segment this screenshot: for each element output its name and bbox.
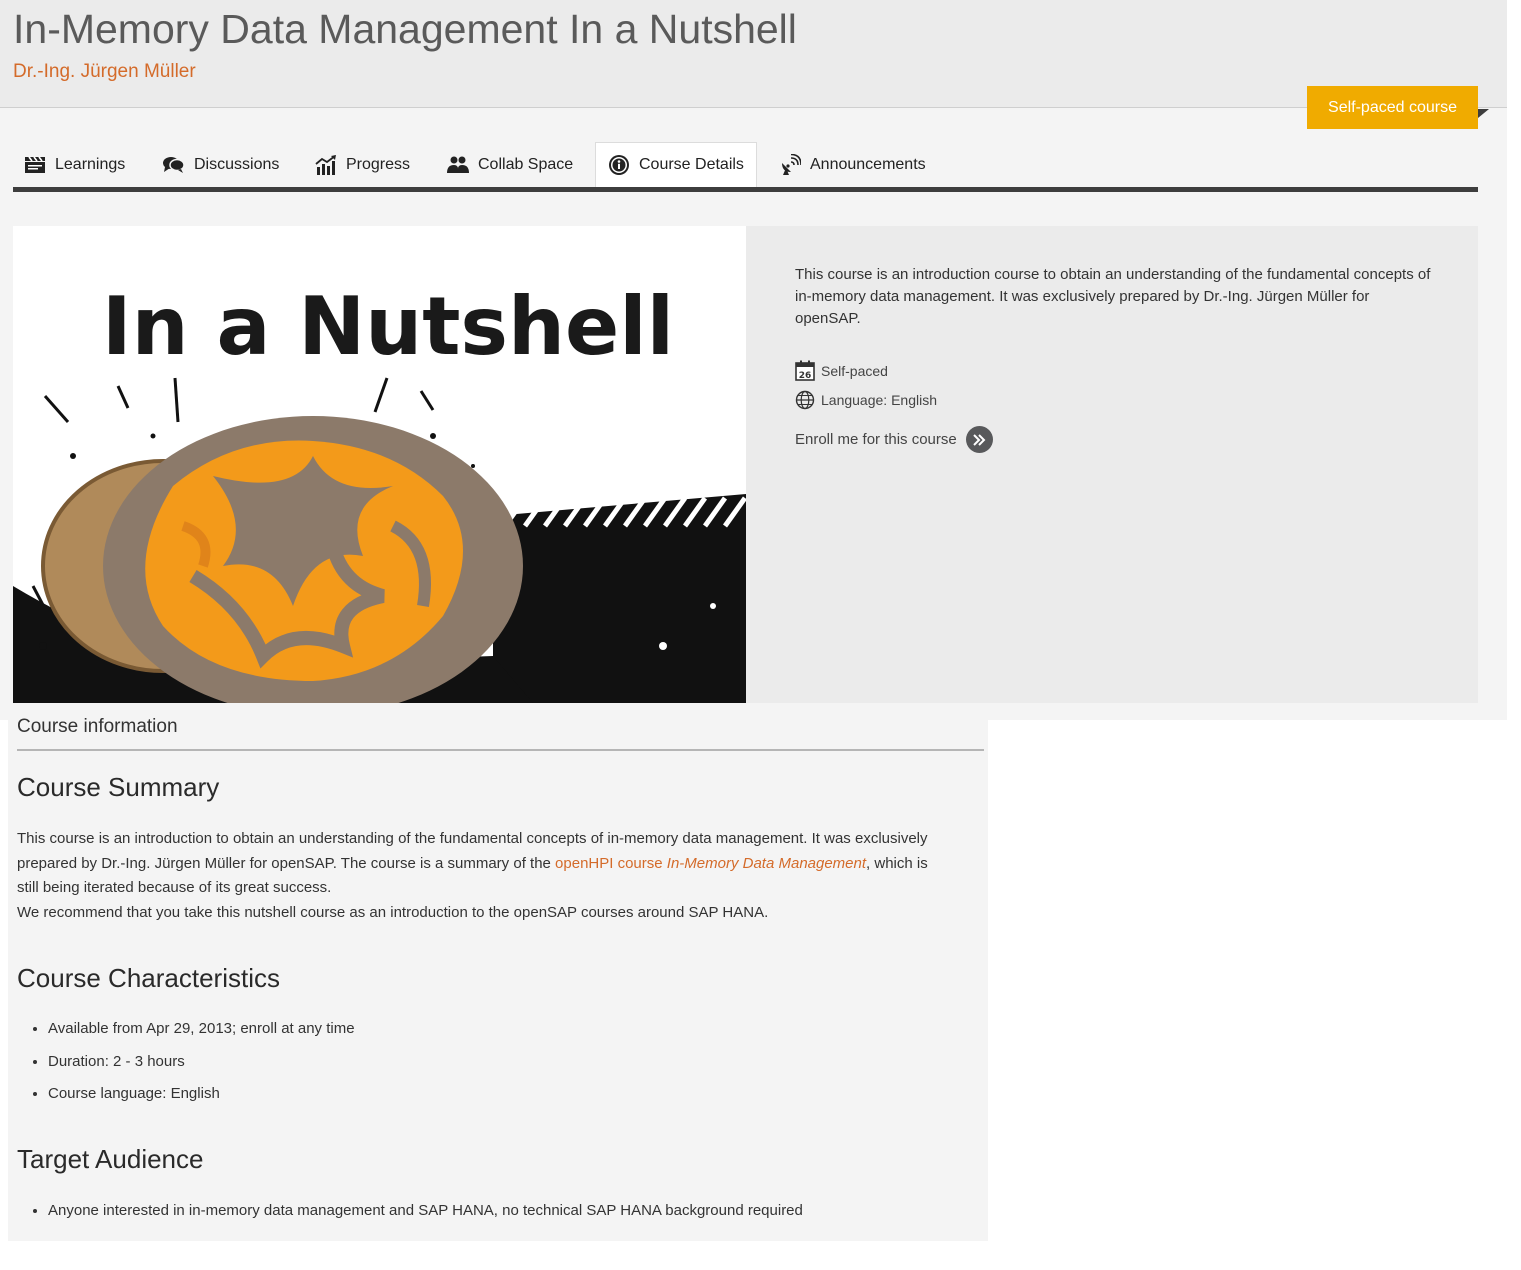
enroll-label: Enroll me for this course [795, 431, 957, 448]
language-row: Language: English [795, 390, 937, 410]
calendar-day: 26 [799, 371, 812, 381]
link-text: openHPI course [555, 854, 667, 872]
pacing-label: Self-paced [821, 362, 888, 379]
people-icon [447, 156, 469, 173]
tab-label: Discussions [194, 155, 280, 173]
globe-icon [795, 390, 815, 410]
tab-learnings[interactable]: Learnings [24, 142, 125, 187]
tab-progress[interactable]: Progress [315, 142, 410, 187]
clapperboard-icon [25, 156, 45, 173]
pacing-row: 26 Self-paced [795, 360, 888, 381]
course-info-divider [17, 749, 984, 751]
nutshell-illustration: In a Nutshell [13, 226, 746, 703]
target-audience-title: Target Audience [17, 1144, 204, 1174]
tab-course-details[interactable]: Course Details [595, 142, 757, 187]
course-characteristics-title: Course Characteristics [17, 963, 280, 993]
list-item: Course language: English [48, 1084, 355, 1117]
course-summary-title: Course Summary [17, 772, 220, 802]
language-label: Language: English [821, 392, 937, 408]
audience-list: Anyone interested in in-memory data mana… [17, 1201, 803, 1234]
badge-fold [1478, 109, 1489, 118]
course-tabs: Learnings Discussions Progress Collab Sp… [13, 142, 1478, 187]
double-chevron-right-icon [973, 433, 986, 446]
calendar-icon: 26 [795, 360, 815, 381]
course-info-heading: Course information [17, 716, 178, 737]
tab-collab-space[interactable]: Collab Space [447, 142, 573, 187]
teaser-description: This course is an introduction course to… [795, 266, 1431, 327]
tab-label: Collab Space [478, 155, 574, 173]
course-title: In-Memory Data Management In a Nutshell [13, 6, 797, 52]
course-author: Dr.-Ing. Jürgen Müller [13, 61, 196, 82]
enroll-arrow-button[interactable] [965, 426, 993, 453]
teaser-panel: This course is an introduction course to… [746, 226, 1478, 703]
characteristics-list: Available from Apr 29, 2013; enroll at a… [17, 1019, 355, 1117]
info-icon [609, 155, 629, 175]
openhpi-course-link[interactable]: openHPI course In-Memory Data Management [555, 855, 866, 872]
teaser-image-title: In a Nutshell [102, 280, 674, 373]
list-item: Anyone interested in in-memory data mana… [48, 1201, 803, 1234]
tab-label: Course Details [639, 156, 744, 173]
tab-label: Progress [346, 155, 411, 173]
tab-discussions[interactable]: Discussions [162, 142, 279, 187]
list-item: Available from Apr 29, 2013; enroll at a… [48, 1019, 355, 1052]
enroll-button[interactable]: Enroll me for this course [795, 426, 993, 453]
course-header: In-Memory Data Management In a Nutshell … [0, 0, 1507, 108]
tab-label: Learnings [55, 155, 126, 173]
tabs-underline [13, 187, 1478, 192]
summary-recommendation: We recommend that you take this nutshell… [17, 903, 769, 921]
broadcast-icon [782, 153, 801, 175]
link-course-name: In-Memory Data Management [666, 854, 867, 872]
course-summary-text: This course is an introduction to obtain… [17, 827, 947, 925]
selfpaced-badge: Self-paced course [1307, 86, 1478, 129]
tab-label: Announcements [810, 155, 926, 173]
course-teaser-image: In a Nutshell [13, 226, 746, 703]
tab-announcements[interactable]: Announcements [779, 142, 926, 187]
chat-bubbles-icon [163, 157, 185, 173]
list-item: Duration: 2 - 3 hours [48, 1052, 355, 1085]
chart-icon [315, 154, 336, 175]
